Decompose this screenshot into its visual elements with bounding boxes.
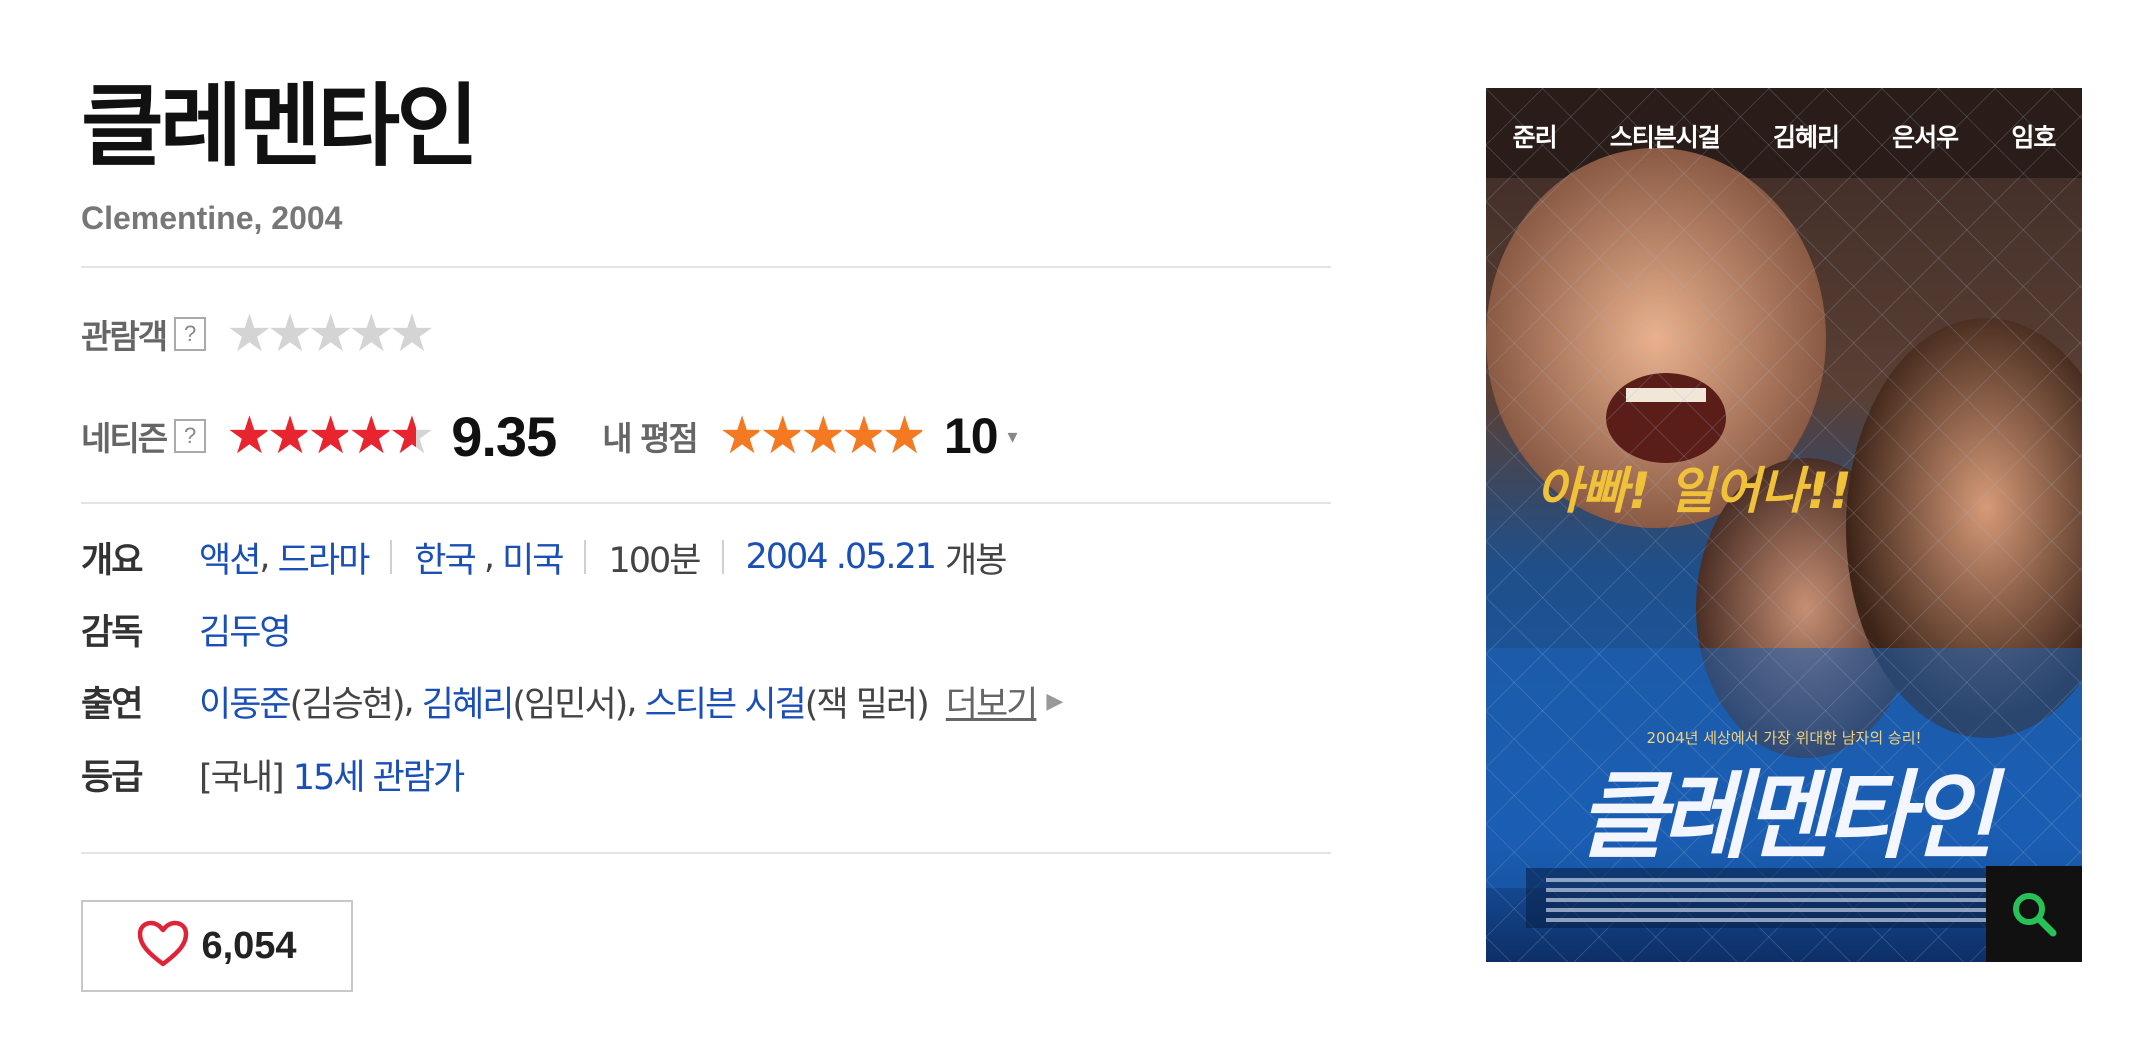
search-icon bbox=[2013, 893, 2057, 937]
my-rating-stars[interactable]: ★ ★ ★ ★ ★ ★ ★ ★ ★ ★ bbox=[719, 410, 928, 462]
release-suffix: 개봉 bbox=[945, 540, 1007, 581]
country-link[interactable]: 미국 bbox=[502, 532, 564, 583]
star-icon: ★★ bbox=[266, 406, 314, 466]
grade-domestic: [국내] bbox=[199, 757, 285, 798]
cast-row: 출연 이동준 (김승현), 김혜리 (임민서), 스티븐 시걸 (잭 밀러) 더보기 … bbox=[81, 673, 1063, 729]
poster-title: 클레멘타인 bbox=[1578, 759, 1996, 872]
movie-title: 클레멘타인 bbox=[81, 74, 479, 179]
actor-link[interactable]: 스티븐 시걸 bbox=[645, 676, 807, 727]
star-icon[interactable]: ★ ★ bbox=[841, 410, 888, 462]
grade-label: 등급 bbox=[81, 757, 143, 798]
star-icon[interactable]: ★ ★ bbox=[759, 410, 806, 462]
divider bbox=[81, 266, 1331, 268]
star-icon: ★★ bbox=[226, 304, 273, 364]
chevron-down-icon[interactable]: ▾ bbox=[1008, 424, 1018, 448]
star-icon: ★★ bbox=[388, 304, 436, 364]
star-icon: ★★ bbox=[347, 406, 395, 466]
help-icon[interactable]: ? bbox=[174, 419, 207, 453]
like-count: 6,054 bbox=[201, 924, 297, 967]
director-link[interactable]: 김두영 bbox=[199, 604, 292, 655]
my-rating-label: 내 평점 bbox=[602, 419, 699, 458]
my-rating-score: 10 bbox=[943, 408, 999, 464]
star-icon: ★★ bbox=[347, 304, 395, 364]
overview-label: 개요 bbox=[81, 540, 143, 581]
movie-poster[interactable]: 아빠! 일어나!! 2004년 세상에서 가장 위대한 남자의 승리! 준리 스… bbox=[1486, 88, 2082, 962]
actor-link[interactable]: 이동준 bbox=[199, 676, 292, 727]
separator bbox=[584, 540, 587, 574]
star-icon: ★★ bbox=[388, 406, 436, 466]
director-label: 감독 bbox=[81, 612, 143, 653]
star-icon: ★★ bbox=[307, 304, 354, 364]
star-icon[interactable]: ★ ★ bbox=[800, 410, 847, 462]
more-cast-link[interactable]: 더보기 bbox=[946, 676, 1039, 727]
netizen-rating-label: 네티즌 bbox=[81, 419, 168, 458]
separator bbox=[721, 540, 724, 574]
genre-link[interactable]: 액션 bbox=[199, 532, 261, 583]
release-date-link[interactable]: 2004 .05.21 bbox=[746, 537, 938, 577]
separator bbox=[390, 540, 393, 574]
audience-rating-row: 관람객 ? ★★★★★★★★★★ bbox=[81, 304, 436, 364]
star-icon: ★★ bbox=[226, 406, 273, 466]
star-icon: ★★ bbox=[307, 406, 354, 466]
divider bbox=[81, 502, 1331, 504]
like-button[interactable]: 6,054 bbox=[81, 900, 353, 992]
audience-stars: ★★★★★★★★★★ bbox=[226, 304, 436, 364]
country-link[interactable]: 한국 bbox=[414, 532, 476, 583]
audience-rating-label: 관람객 bbox=[81, 317, 168, 356]
star-icon[interactable]: ★ ★ bbox=[881, 410, 928, 462]
movie-subtitle: Clementine, 2004 bbox=[81, 200, 343, 236]
cast-label: 출연 bbox=[81, 684, 143, 725]
help-icon[interactable]: ? bbox=[174, 317, 207, 351]
actor-link[interactable]: 김혜리 bbox=[422, 676, 515, 727]
star-icon: ★★ bbox=[266, 304, 314, 364]
poster-cast: 준리 스티븐시걸 김혜리 은서우 임호 bbox=[1512, 123, 2057, 152]
grade-link[interactable]: 15세 관람가 bbox=[293, 749, 465, 800]
netizen-score: 9.35 bbox=[451, 404, 557, 468]
zoom-button[interactable] bbox=[1986, 866, 2082, 962]
divider bbox=[81, 852, 1331, 854]
overview-row: 개요 액션, 드라마 한국 , 미국 100분 2004 .05.21 개봉 bbox=[81, 529, 1007, 585]
director-row: 감독 김두영 bbox=[81, 601, 292, 657]
poster-tagline: 아빠! 일어나!! bbox=[1536, 462, 1852, 520]
chevron-right-icon: ▶ bbox=[1046, 688, 1063, 714]
role-name: (잭 밀러) bbox=[804, 684, 930, 725]
genre-link[interactable]: 드라마 bbox=[278, 532, 371, 583]
role-name: (임민서) bbox=[512, 684, 628, 725]
grade-row: 등급 [국내] 15세 관람가 bbox=[81, 746, 465, 802]
netizen-rating-row: 네티즌 ? ★ ★ ★ ★ ★ ★ ★ ★ ★ ★ 9.35 내 평점 ★ ★ ★ ★ ★ ★ ★ ★ ★ ★ 10… bbox=[81, 404, 1018, 468]
netizen-stars: ★ ★ ★ ★ ★ ★ ★ ★ ★ ★ bbox=[226, 406, 436, 466]
heart-icon bbox=[137, 920, 189, 972]
star-icon[interactable]: ★ ★ bbox=[719, 410, 766, 462]
role-name: (김승현) bbox=[289, 684, 406, 725]
runtime: 100분 bbox=[608, 540, 701, 581]
